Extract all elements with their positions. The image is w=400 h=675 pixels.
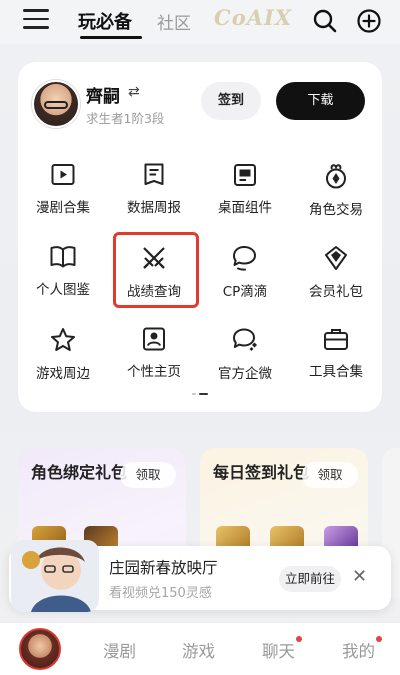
- tool-label: 数据周报: [127, 200, 181, 216]
- match-record-highlight: [113, 232, 199, 308]
- tool-character-trade[interactable]: 角色交易: [291, 162, 381, 222]
- page-indicator: [192, 392, 210, 396]
- tool-label: 官方企微: [218, 366, 272, 382]
- wechat-work-icon: [233, 328, 257, 351]
- coaix-logo: CoAIX: [214, 5, 293, 30]
- tool-member-gift[interactable]: 会员礼包: [291, 244, 381, 304]
- tool-weekly-report[interactable]: 数据周报: [109, 162, 199, 222]
- download-button[interactable]: 下载: [276, 82, 365, 120]
- banner-title: 庄园新春放映厅: [109, 559, 218, 577]
- checkin-button[interactable]: 签到: [201, 82, 261, 120]
- banner-subtitle: 看视频兑150灵感: [109, 586, 212, 601]
- report-icon: [144, 163, 164, 185]
- book-icon: [50, 246, 76, 268]
- tool-game-merch[interactable]: 游戏周边: [18, 326, 108, 386]
- user-level: 求生者1阶3段: [86, 111, 165, 126]
- top-bar: 玩必备 社区 CoAIX: [0, 0, 400, 44]
- tools-card: 齊嗣 ⇄ 求生者1阶3段 签到 下载 漫剧合集 数据周报 桌面组件 角色交易 个…: [18, 62, 382, 412]
- banner-character-image: [11, 540, 99, 612]
- tool-label: 个人图鉴: [36, 282, 90, 298]
- me-notification-dot: [376, 636, 382, 642]
- nav-item-games[interactable]: 游戏: [182, 638, 215, 662]
- claim-button[interactable]: 领取: [120, 462, 176, 488]
- tool-cp-didi[interactable]: CP滴滴: [200, 244, 290, 304]
- tab-community[interactable]: 社区: [157, 9, 191, 34]
- notification-banner[interactable]: 庄园新春放映厅 看视频兑150灵感 立即前往 ✕: [9, 540, 391, 612]
- tool-label: 漫剧合集: [36, 200, 90, 216]
- promo-title: 每日签到礼包: [213, 463, 310, 482]
- tool-label: CP滴滴: [222, 284, 268, 300]
- tool-profile-page[interactable]: 个性主页: [109, 326, 199, 386]
- tool-toolbox[interactable]: 工具合集: [291, 326, 381, 386]
- tool-official-wecom[interactable]: 官方企微: [200, 326, 290, 386]
- nav-item-chat[interactable]: 聊天: [262, 638, 295, 662]
- tool-personal-codex[interactable]: 个人图鉴: [18, 244, 108, 304]
- tool-comic-collection[interactable]: 漫剧合集: [18, 162, 108, 222]
- chat-bubbles-icon: [233, 246, 256, 271]
- trade-bag-icon: [326, 164, 346, 189]
- nav-item-me[interactable]: 我的: [342, 638, 375, 662]
- promo-title: 角色绑定礼包: [31, 463, 128, 482]
- portrait-icon: [143, 327, 165, 351]
- tool-label: 角色交易: [309, 202, 363, 218]
- claim-button[interactable]: 领取: [302, 462, 358, 488]
- user-avatar[interactable]: [32, 80, 80, 128]
- widget-icon: [234, 164, 256, 186]
- tool-label: 桌面组件: [218, 200, 272, 216]
- username[interactable]: 齊嗣: [86, 82, 120, 107]
- bottom-nav: 漫剧 游戏 聊天 我的: [0, 622, 400, 675]
- nav-avatar[interactable]: [19, 628, 61, 670]
- chat-notification-dot: [296, 636, 302, 642]
- star-icon: [51, 328, 75, 351]
- search-icon[interactable]: [312, 8, 338, 34]
- gift-icon: [325, 246, 347, 270]
- close-icon[interactable]: ✕: [352, 566, 367, 587]
- active-tab-indicator: [80, 36, 142, 39]
- tool-label: 会员礼包: [309, 284, 363, 300]
- tool-label: 个性主页: [127, 364, 181, 380]
- nav-item-comics[interactable]: 漫剧: [103, 638, 136, 662]
- tool-label: 游戏周边: [36, 366, 90, 382]
- tool-label: 工具合集: [309, 364, 363, 380]
- play-icon: [51, 164, 75, 185]
- switch-account-icon[interactable]: ⇄: [128, 84, 140, 100]
- tab-essentials[interactable]: 玩必备: [78, 8, 132, 34]
- add-icon[interactable]: [356, 8, 382, 34]
- tool-desktop-widget[interactable]: 桌面组件: [200, 162, 290, 222]
- menu-icon[interactable]: [23, 9, 49, 31]
- go-now-button[interactable]: 立即前往: [279, 566, 341, 592]
- toolbox-icon: [324, 329, 348, 350]
